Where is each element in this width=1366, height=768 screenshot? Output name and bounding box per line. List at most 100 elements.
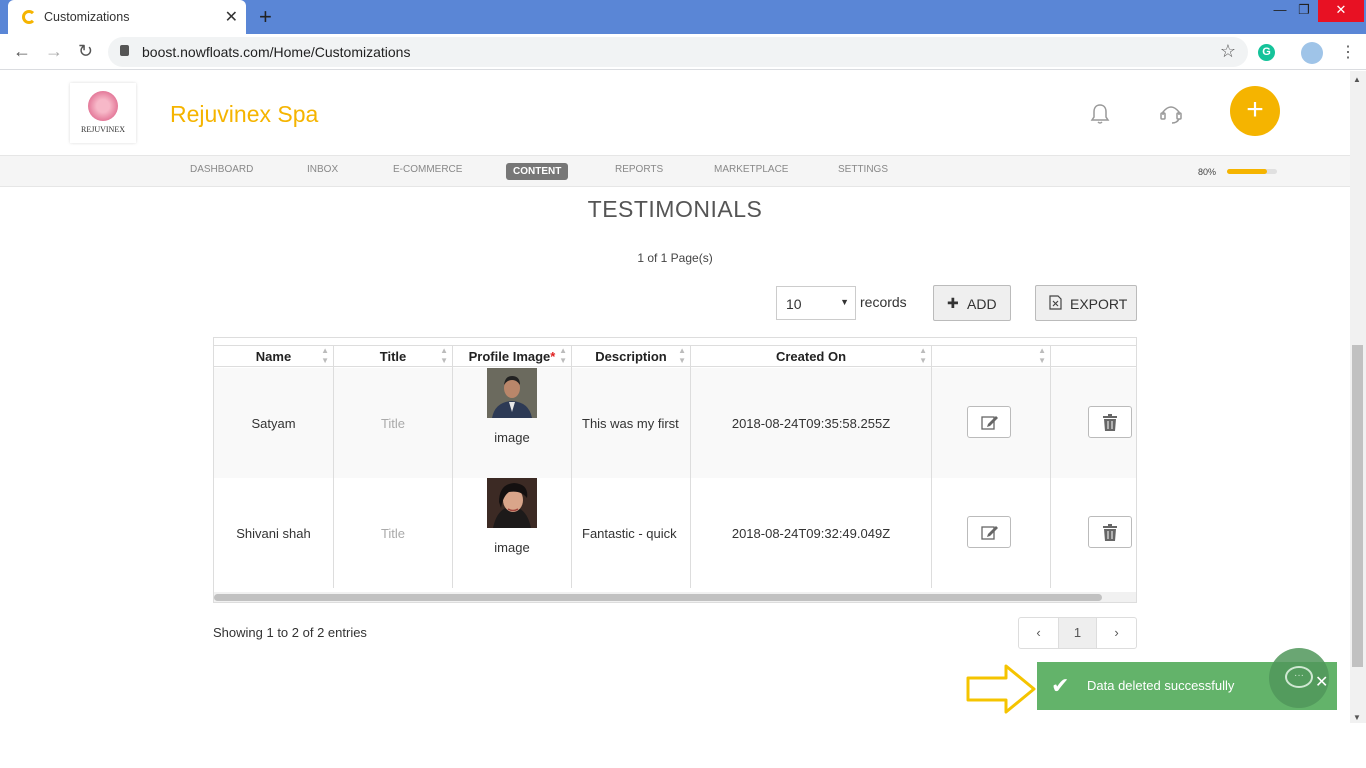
profile-completion-label: 80%: [1198, 167, 1217, 177]
grammarly-extension-icon[interactable]: G: [1258, 44, 1275, 61]
profile-image-satyam[interactable]: [487, 368, 537, 418]
business-name[interactable]: Rejuvinex Spa: [170, 101, 318, 128]
nav-dashboard[interactable]: DASHBOARD: [190, 164, 253, 175]
nav-reports[interactable]: REPORTS: [615, 164, 663, 175]
prev-page-button[interactable]: ‹: [1019, 618, 1058, 648]
nav-content[interactable]: CONTENT: [506, 163, 569, 180]
required-marker: *: [550, 349, 556, 364]
cell-created-on: 2018-08-24T09:35:58.255Z: [691, 368, 932, 478]
edit-button[interactable]: [967, 406, 1011, 438]
checkmark-icon: ✔: [1051, 673, 1070, 698]
column-header-profile-image[interactable]: Profile Image* ▲ ▼: [453, 346, 572, 368]
page-content: REJUVINEX Rejuvinex Spa + DASHBOARD INBO…: [0, 71, 1350, 723]
image-label: image: [494, 430, 530, 445]
cell-text: Title: [380, 526, 406, 541]
table-row: Satyam Title image This was my first 201…: [214, 368, 1136, 478]
edit-button[interactable]: [967, 516, 1011, 548]
cell-description: This was my first: [572, 368, 691, 478]
back-icon[interactable]: ←: [13, 41, 31, 62]
profile-completion-fill: [1227, 169, 1267, 174]
cell-text: Fantastic - quick: [582, 526, 677, 541]
column-header-name[interactable]: Name ▲ ▼: [214, 346, 334, 368]
url-input[interactable]: boost.nowfloats.com/Home/Customizations …: [108, 37, 1248, 67]
page-count: 1 of 1 Page(s): [637, 251, 713, 265]
column-label: Title: [379, 349, 407, 364]
column-header-edit[interactable]: ▲ ▼: [932, 346, 1051, 368]
cell-text: Title: [380, 416, 406, 431]
profile-image-shivani[interactable]: [487, 478, 537, 528]
add-button-label: ADD: [967, 296, 997, 312]
sort-icon: ▲ ▼: [1038, 346, 1046, 365]
sort-icon: ▲ ▼: [321, 346, 329, 365]
export-button[interactable]: EXPORT: [1035, 285, 1137, 321]
table-horizontal-scrollbar[interactable]: [214, 592, 1136, 602]
forward-icon[interactable]: →: [45, 41, 63, 62]
scrollbar-thumb[interactable]: [214, 594, 1102, 601]
add-button[interactable]: ✚ ADD: [933, 285, 1011, 321]
table-row: Shivani shah Title image Fantastic - qui…: [214, 478, 1136, 588]
tab-close-icon[interactable]: ✕: [225, 7, 238, 27]
bookmark-star-icon[interactable]: ☆: [1220, 41, 1236, 62]
column-label: Created On: [775, 349, 847, 364]
delete-button[interactable]: [1088, 406, 1132, 438]
cell-profile-image: image: [453, 368, 572, 478]
nav-inbox[interactable]: INBOX: [307, 164, 338, 175]
records-select-value: 10: [786, 296, 802, 312]
column-label: Profile Image: [468, 349, 551, 364]
toast-close-icon[interactable]: ✕: [1315, 672, 1328, 692]
new-tab-icon[interactable]: +: [259, 4, 272, 30]
browser-tab-bar: Customizations ✕ + — ❐ ✕: [0, 0, 1366, 34]
export-button-label: EXPORT: [1070, 296, 1128, 312]
edit-icon: [981, 416, 998, 430]
excel-file-icon: [1049, 295, 1062, 313]
page-vertical-scrollbar[interactable]: ▲ ▼: [1350, 71, 1366, 723]
column-header-title[interactable]: Title ▲ ▼: [334, 346, 453, 368]
browser-menu-icon[interactable]: ⋮: [1340, 42, 1356, 62]
cell-title: Title: [334, 368, 453, 478]
annotation-arrow-icon: [966, 664, 1036, 714]
cell-text: Shivani shah: [236, 526, 311, 541]
cell-text: 2018-08-24T09:35:58.255Z: [731, 416, 891, 431]
address-bar: ← → ↻ boost.nowfloats.com/Home/Customiza…: [0, 34, 1366, 70]
nav-ecommerce[interactable]: E-COMMERCE: [393, 164, 462, 175]
cell-text: Satyam: [251, 416, 296, 431]
cell-text: 2018-08-24T09:32:49.049Z: [731, 526, 891, 541]
cell-edit: [932, 478, 1051, 588]
bell-icon[interactable]: [1090, 103, 1110, 131]
sort-icon: ▲ ▼: [559, 346, 567, 365]
app-header: REJUVINEX Rejuvinex Spa +: [0, 71, 1350, 155]
column-header-created-on[interactable]: Created On ▲ ▼: [691, 346, 932, 368]
scroll-down-icon[interactable]: ▼: [1353, 713, 1361, 722]
column-header-delete: [1051, 346, 1136, 368]
cell-description: Fantastic - quick: [572, 478, 691, 588]
next-page-button[interactable]: ›: [1097, 618, 1136, 648]
window-close-icon[interactable]: ✕: [1318, 0, 1364, 22]
lotus-logo-icon: [88, 91, 118, 121]
records-per-page-select[interactable]: 10 ▼: [776, 286, 856, 320]
pagination: ‹ 1 ›: [1018, 617, 1137, 649]
browser-tab[interactable]: Customizations ✕: [8, 0, 246, 34]
nav-marketplace[interactable]: MARKETPLACE: [714, 164, 788, 175]
entries-info: Showing 1 to 2 of 2 entries: [213, 625, 367, 640]
add-fab-button[interactable]: +: [1230, 86, 1280, 136]
support-headset-icon[interactable]: [1159, 103, 1183, 131]
business-logo[interactable]: REJUVINEX: [70, 83, 136, 143]
page-1-button[interactable]: 1: [1058, 618, 1097, 648]
cell-profile-image: image: [453, 478, 572, 588]
page-scrollbar-thumb[interactable]: [1352, 345, 1363, 667]
tab-title: Customizations: [44, 10, 130, 24]
column-header-description[interactable]: Description ▲ ▼: [572, 346, 691, 368]
page-title: TESTIMONIALS: [587, 196, 763, 222]
chat-bubble-icon: ···: [1285, 666, 1313, 688]
main-nav: DASHBOARD INBOX E-COMMERCE CONTENT REPOR…: [0, 155, 1350, 187]
delete-button[interactable]: [1088, 516, 1132, 548]
nav-settings[interactable]: SETTINGS: [838, 164, 888, 175]
lock-icon: [120, 45, 129, 56]
profile-avatar[interactable]: [1301, 42, 1323, 64]
edit-icon: [981, 526, 998, 540]
dropdown-arrow-icon: ▼: [840, 297, 849, 307]
reload-icon[interactable]: ↻: [78, 41, 93, 62]
scroll-up-icon[interactable]: ▲: [1353, 75, 1361, 84]
trash-icon: [1103, 414, 1117, 431]
cell-text: This was my first: [582, 416, 679, 431]
